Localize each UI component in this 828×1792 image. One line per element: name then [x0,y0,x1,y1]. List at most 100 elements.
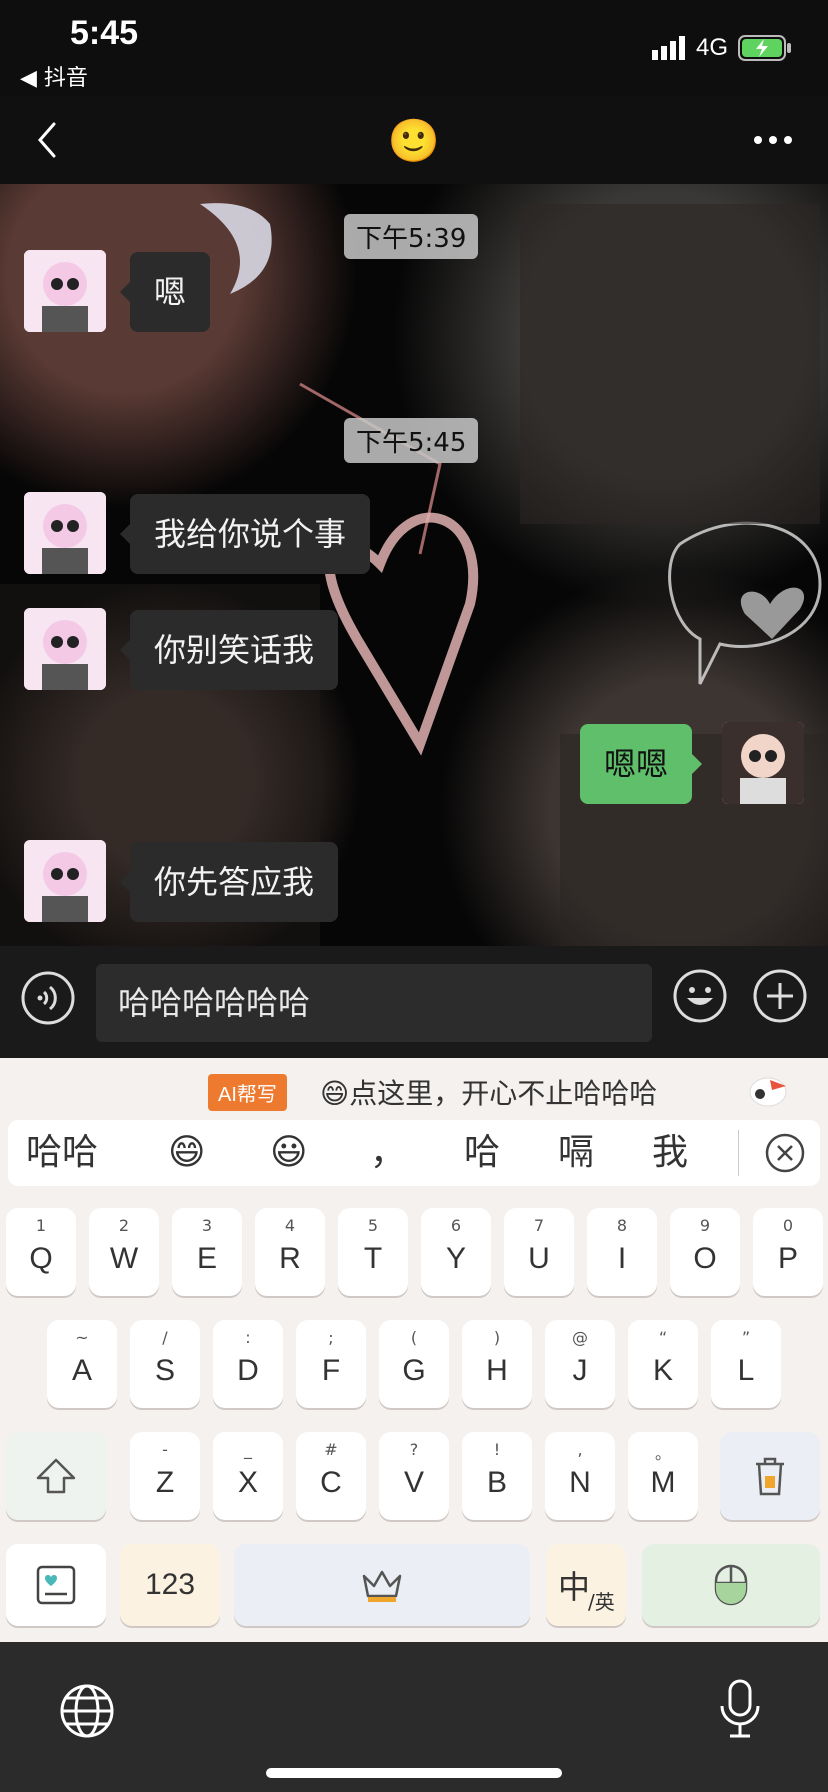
key-sub-label: 7 [533,1216,545,1235]
key-sub-label: 9 [699,1216,711,1235]
candidate-word[interactable]: 😄 [168,1120,206,1186]
space-key[interactable] [234,1544,530,1626]
message-bubble-outgoing[interactable]: 嗯嗯 [580,724,703,804]
key-label: N [569,1466,591,1499]
candidate-word[interactable]: 嗝 [558,1120,594,1186]
key-label: S [154,1354,175,1387]
back-to-app-link[interactable]: ◀ 抖音 [20,60,88,92]
candidate-word[interactable]: 我 [652,1120,688,1186]
message-input-bar: 哈哈哈哈哈哈 [0,946,828,1058]
key-f[interactable]: ; F [296,1320,366,1408]
key-label: W [109,1242,139,1275]
key-k[interactable]: “K [628,1320,698,1408]
key-sub-label: 。 [654,1444,671,1463]
key-label: T [363,1242,383,1275]
candidate-bar: 哈哈 😄 😃 ， 哈 嗝 我 [8,1120,820,1186]
key-g[interactable]: (G [379,1320,449,1408]
status-indicators: 4G [651,34,792,62]
key-x[interactable]: _ X [213,1432,283,1520]
key-a[interactable]: ~ A [47,1320,117,1408]
key-p[interactable]: 0P [753,1208,823,1296]
emoji-icon[interactable] [672,968,728,1024]
emoji-panel-key[interactable] [6,1544,106,1626]
key-c[interactable]: # C [296,1432,366,1520]
shift-key[interactable] [6,1432,106,1520]
shift-arrow-icon [36,1458,76,1494]
key-s[interactable]: / S [130,1320,200,1408]
key-u[interactable]: 7U [504,1208,574,1296]
key-i[interactable]: 8I [587,1208,657,1296]
microphone-icon[interactable] [718,1678,762,1740]
key-w[interactable]: 2W [89,1208,159,1296]
message-bubble-incoming[interactable]: 你先答应我 [119,842,339,922]
candidate-word[interactable]: 哈 [464,1120,500,1186]
key-d[interactable]: :D [213,1320,283,1408]
key-label: K [652,1354,673,1387]
language-switch-key[interactable]: 中 /英 [546,1544,626,1626]
key-label: U [528,1242,550,1275]
key-sub-label: 4 [284,1216,296,1235]
plus-icon[interactable] [752,968,808,1024]
key-z[interactable]: -Z [130,1432,200,1520]
key-sub-label: 6 [450,1216,462,1235]
key-m[interactable]: 。 M [628,1432,698,1520]
chat-timestamp: 下午5:45 [344,418,479,463]
key-label: B [486,1466,507,1499]
key-sub-label: , [577,1440,583,1459]
ai-write-badge[interactable]: AI帮写 [208,1074,287,1111]
key-sub-label: ” [741,1328,751,1347]
status-time: 5:45 [70,14,139,52]
mascot-icon [749,1077,787,1107]
anime-avatar-icon [24,492,106,574]
send-key[interactable] [642,1544,820,1626]
key-label: P [777,1242,798,1275]
signal-icon [651,36,685,60]
close-icon[interactable] [764,1132,806,1174]
key-n[interactable]: ,N [545,1432,615,1520]
key-l[interactable]: ” L [711,1320,781,1408]
key-o[interactable]: 9O [670,1208,740,1296]
contact-avatar[interactable] [24,840,106,922]
key-e[interactable]: 3E [172,1208,242,1296]
key-label: L [737,1354,755,1387]
chat-area[interactable]: 下午5:39 嗯 下午5:45 我给你说个事 你别笑话我 嗯嗯 你先答应我 [0,184,828,946]
ai-suggestion-bar[interactable]: AI帮写 😄点这里，开心不止哈哈哈 [0,1064,828,1116]
candidate-word[interactable]: 😃 [270,1120,308,1186]
key-label: O [693,1242,717,1275]
lang-sub-label: /英 [588,1590,615,1614]
key-sub-label: : [245,1328,251,1347]
ai-suggestion-text[interactable]: 😄点这里，开心不止哈哈哈 [320,1072,657,1112]
contact-avatar[interactable] [24,250,106,332]
key-r[interactable]: 4R [255,1208,325,1296]
contact-avatar[interactable] [24,608,106,690]
globe-icon[interactable] [58,1682,116,1740]
contact-avatar[interactable] [24,492,106,574]
key-sub-label: / [162,1328,168,1347]
message-bubble-incoming[interactable]: 嗯 [119,252,211,332]
key-b[interactable]: ! B [462,1432,532,1520]
more-options-icon[interactable] [748,116,798,164]
key-y[interactable]: 6Y [421,1208,491,1296]
candidate-word[interactable]: ， [370,1120,406,1186]
key-h[interactable]: ) H [462,1320,532,1408]
key-v[interactable]: ? V [379,1432,449,1520]
message-bubble-incoming[interactable]: 我给你说个事 [119,494,371,574]
sticker-icon [36,1565,76,1605]
crown-icon [362,1570,402,1602]
key-j[interactable]: @ J [545,1320,615,1408]
delete-key[interactable] [720,1432,820,1520]
key-label: I [617,1242,627,1275]
network-type: 4G [695,34,728,61]
key-t[interactable]: 5T [338,1208,408,1296]
numbers-key[interactable]: 123 [120,1544,220,1626]
message-input[interactable]: 哈哈哈哈哈哈 [96,964,652,1042]
voice-input-icon[interactable] [20,970,76,1026]
message-bubble-incoming[interactable]: 你别笑话我 [119,610,339,690]
anime-avatar-icon [24,608,106,690]
status-bar: 5:45 ◀ 抖音 4G [0,0,828,96]
home-indicator[interactable] [266,1768,562,1778]
my-avatar[interactable] [722,722,804,804]
candidate-word[interactable]: 哈哈 [26,1120,98,1186]
key-q[interactable]: 1Q [6,1208,76,1296]
key-label: Y [445,1242,466,1275]
